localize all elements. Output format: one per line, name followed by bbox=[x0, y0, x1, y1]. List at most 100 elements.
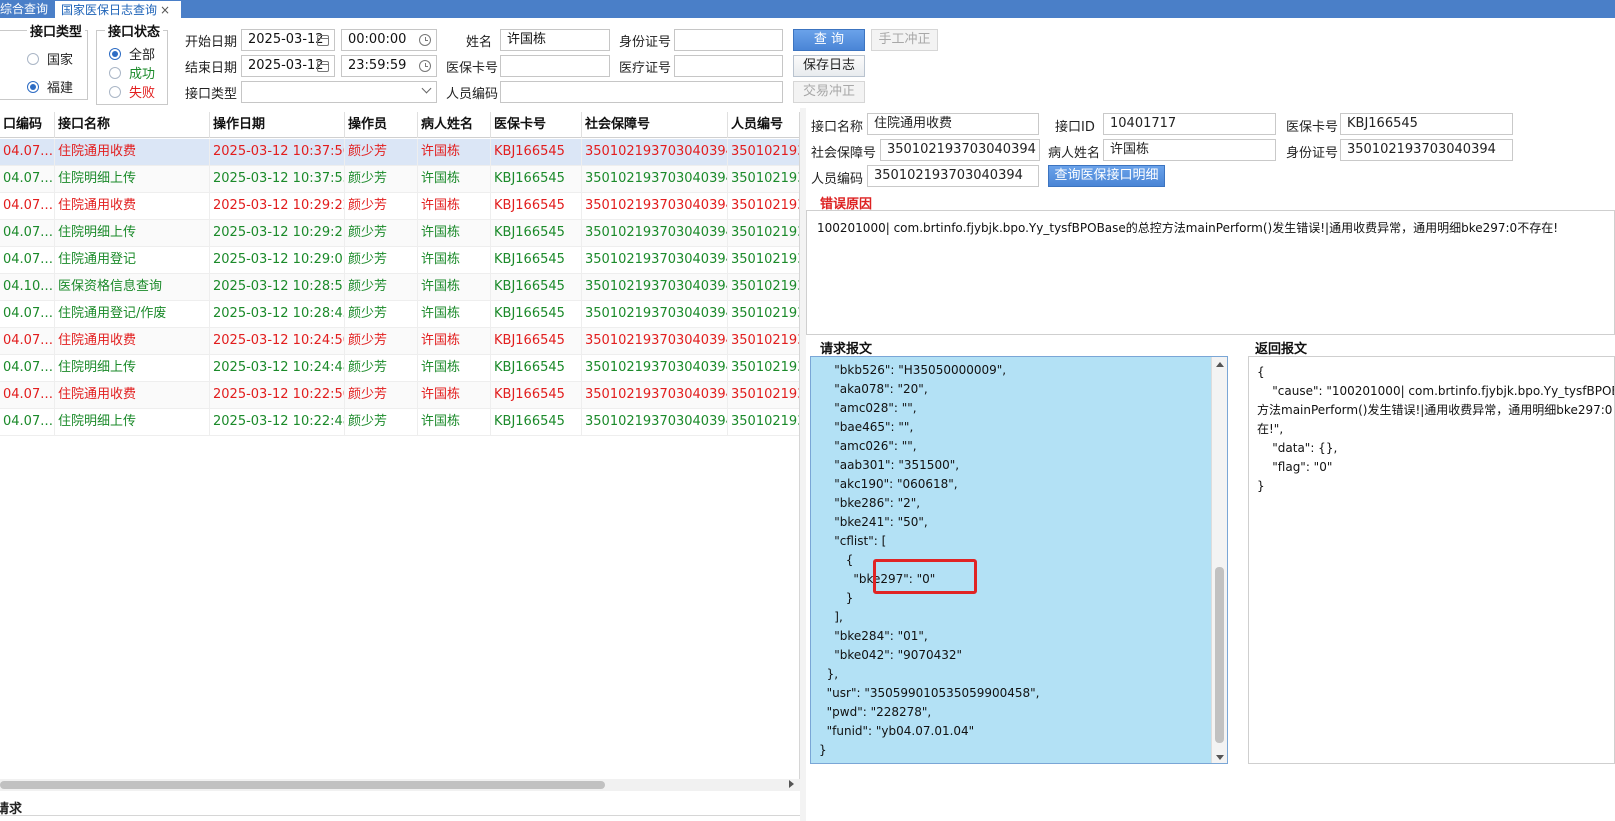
table-cell: 医保资格信息查询 bbox=[55, 274, 210, 300]
arrow-right-icon[interactable] bbox=[789, 780, 794, 788]
column-header[interactable]: 人员编号 bbox=[728, 112, 799, 138]
table-cell: 350102193 bbox=[728, 328, 799, 354]
calendar-icon[interactable] bbox=[317, 35, 329, 46]
radio-national[interactable]: 国家 bbox=[27, 49, 73, 68]
start-date-value: 2025-03-12 bbox=[248, 32, 324, 47]
table-cell: KBJ166545 bbox=[491, 409, 582, 435]
table-cell: 04.07.… bbox=[0, 166, 55, 192]
table-cell: 04.07.… bbox=[0, 409, 55, 435]
table-cell: 许国栋 bbox=[418, 301, 491, 327]
column-header[interactable]: 操作员 bbox=[345, 112, 418, 138]
medical-cert-input[interactable] bbox=[674, 55, 783, 77]
scrollbar-thumb[interactable] bbox=[1215, 567, 1224, 743]
patient-name-label: 病人姓名 bbox=[1048, 146, 1101, 161]
radio-success[interactable]: 成功 bbox=[109, 63, 155, 82]
vertical-scrollbar[interactable] bbox=[1211, 357, 1227, 763]
close-icon[interactable]: × bbox=[160, 3, 170, 17]
column-header[interactable]: 医保卡号 bbox=[491, 112, 582, 138]
horizontal-scrollbar[interactable] bbox=[0, 779, 800, 791]
tab-bar: 综合查询 国家医保日志查询 × bbox=[0, 0, 1615, 18]
radio-checked-icon bbox=[109, 47, 121, 60]
calendar-icon[interactable] bbox=[317, 61, 329, 72]
interface-id-field[interactable]: 10401717 bbox=[1103, 113, 1276, 135]
request-message-title: 请求报文 bbox=[820, 342, 873, 357]
table-cell: 04.07.… bbox=[0, 355, 55, 381]
table-row[interactable]: 04.07.… 住院明细上传 2025-03-12 10:24:48 颜少芳 许国栋 KB… bbox=[0, 355, 799, 382]
manual-reverse-button[interactable]: 手工冲正 bbox=[871, 29, 938, 51]
detail-person-code-field[interactable]: 350102193703040394 bbox=[867, 165, 1039, 187]
person-code-input[interactable] bbox=[500, 81, 783, 103]
table-cell: 颜少芳 bbox=[345, 220, 418, 246]
column-header[interactable]: 接口名称 bbox=[55, 112, 210, 138]
start-time-input[interactable]: 00:00:00 bbox=[341, 29, 437, 51]
table-cell: 2025-03-12 10:24:50 bbox=[210, 328, 345, 354]
table-row[interactable]: 04.07.… 住院通用收费 2025-03-12 10:24:50 颜少芳 许国栋 KB… bbox=[0, 328, 799, 355]
table-row[interactable]: 04.07.… 住院明细上传 2025-03-12 10:37:55 颜少芳 许国栋 KB… bbox=[0, 166, 799, 193]
trade-reverse-button[interactable]: 交易冲正 bbox=[793, 81, 865, 103]
table-cell: 2025-03-12 10:37:56 bbox=[210, 139, 345, 165]
table-row[interactable]: 04.10.… 医保资格信息查询 2025-03-12 10:28:57 颜少芳 许国栋… bbox=[0, 274, 799, 301]
column-header[interactable]: 社会保障号 bbox=[582, 112, 728, 138]
table-row[interactable]: 04.07.… 住院明细上传 2025-03-12 10:29:21 颜少芳 许国栋 KB… bbox=[0, 220, 799, 247]
table-cell: 住院通用登记/作废 bbox=[55, 301, 210, 327]
detail-id-card-field[interactable]: 350102193703040394 bbox=[1340, 139, 1513, 161]
clock-icon[interactable] bbox=[419, 34, 431, 46]
tab-national-insurance-log[interactable]: 国家医保日志查询 × bbox=[55, 0, 181, 18]
response-message-box[interactable]: { "cause": "100201000| com.brtinfo.fjybj… bbox=[1248, 356, 1615, 764]
table-cell: 350102193 bbox=[728, 247, 799, 273]
table-row[interactable]: 04.07.… 住院通用收费 2025-03-12 10:22:50 颜少芳 许国栋 KB… bbox=[0, 382, 799, 409]
table-cell: 350102193703040394 bbox=[582, 220, 728, 246]
social-security-field[interactable]: 350102193703040394 bbox=[880, 139, 1040, 161]
divider bbox=[0, 815, 800, 816]
table-cell: 350102193 bbox=[728, 274, 799, 300]
table-row[interactable]: 04.07.… 住院通用登记 2025-03-12 10:29:01 颜少芳 许国栋 KB… bbox=[0, 247, 799, 274]
table-row[interactable]: 04.07.… 住院通用收费 2025-03-12 10:37:56 颜少芳 许国栋 KB… bbox=[0, 139, 799, 166]
patient-name-field[interactable]: 许国栋 bbox=[1103, 139, 1276, 161]
insurance-card-input[interactable] bbox=[500, 55, 610, 77]
table-cell: 许国栋 bbox=[418, 139, 491, 165]
column-header[interactable]: 病人姓名 bbox=[418, 112, 491, 138]
end-time-input[interactable]: 23:59:59 bbox=[341, 55, 437, 77]
table-cell: 04.10.… bbox=[0, 274, 55, 300]
query-insurance-detail-button[interactable]: 查询医保接口明细 bbox=[1048, 165, 1165, 187]
detail-insurance-card-field[interactable]: KBJ166545 bbox=[1340, 113, 1513, 135]
scrollbar-thumb[interactable] bbox=[0, 781, 605, 789]
tab-comprehensive-query[interactable]: 综合查询 bbox=[0, 0, 55, 18]
table-cell: 许国栋 bbox=[418, 220, 491, 246]
interface-status-title: 接口状态 bbox=[105, 21, 164, 40]
table-cell: 住院明细上传 bbox=[55, 220, 210, 246]
arrow-up-icon[interactable] bbox=[1216, 362, 1224, 367]
column-header[interactable]: 操作日期 bbox=[210, 112, 345, 138]
name-input[interactable]: 许国栋 bbox=[500, 29, 610, 51]
column-header[interactable]: 口编码 bbox=[0, 112, 55, 138]
table-cell: 住院明细上传 bbox=[55, 355, 210, 381]
clock-icon[interactable] bbox=[419, 60, 431, 72]
start-date-input[interactable]: 2025-03-12 bbox=[241, 29, 335, 51]
table-cell: 住院通用收费 bbox=[55, 382, 210, 408]
table-cell: 住院通用收费 bbox=[55, 328, 210, 354]
save-log-button[interactable]: 保存日志 bbox=[793, 55, 865, 77]
table-cell: 住院明细上传 bbox=[55, 409, 210, 435]
table-cell: 颜少芳 bbox=[345, 382, 418, 408]
table-cell: KBJ166545 bbox=[491, 139, 582, 165]
end-date-input[interactable]: 2025-03-12 bbox=[241, 55, 335, 77]
start-date-label: 开始日期 bbox=[185, 35, 238, 50]
interface-type-title: 接口类型 bbox=[27, 21, 86, 40]
query-button[interactable]: 查 询 bbox=[793, 29, 865, 51]
radio-fujian[interactable]: 福建 bbox=[27, 77, 73, 96]
id-card-input[interactable] bbox=[674, 29, 783, 51]
table-cell: 住院通用收费 bbox=[55, 139, 210, 165]
table-cell: 2025-03-12 10:28:45 bbox=[210, 301, 345, 327]
radio-fail[interactable]: 失败 bbox=[109, 82, 155, 101]
interface-type-select[interactable] bbox=[241, 81, 437, 103]
table-row[interactable]: 04.07.… 住院通用收费 2025-03-12 10:29:22 颜少芳 许国栋 KB… bbox=[0, 193, 799, 220]
table-cell: KBJ166545 bbox=[491, 166, 582, 192]
interface-id-label: 接口ID bbox=[1055, 120, 1095, 135]
table-cell: 2025-03-12 10:28:57 bbox=[210, 274, 345, 300]
arrow-down-icon[interactable] bbox=[1216, 755, 1224, 760]
chevron-down-icon[interactable] bbox=[421, 83, 432, 94]
table-row[interactable]: 04.07.… 住院明细上传 2025-03-12 10:22:48 颜少芳 许国栋 KB… bbox=[0, 409, 799, 436]
interface-name-field[interactable]: 住院通用收费 bbox=[867, 113, 1039, 135]
radio-all[interactable]: 全部 bbox=[109, 44, 155, 63]
table-row[interactable]: 04.07.… 住院通用登记/作废 2025-03-12 10:28:45 颜少芳 许国… bbox=[0, 301, 799, 328]
